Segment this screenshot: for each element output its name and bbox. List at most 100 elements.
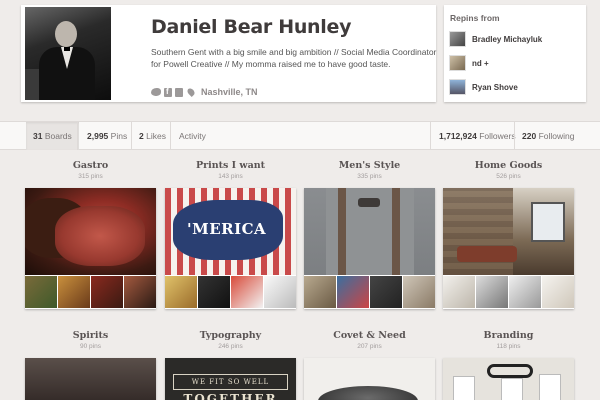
- board-frame: [304, 188, 435, 309]
- cover-detail: [501, 378, 523, 400]
- repins-card: Repins from Bradley Michayluk nd + Ryan …: [444, 5, 586, 102]
- avatar-head: [55, 21, 77, 47]
- board-gastro[interactable]: Gastro 315 pins: [25, 160, 156, 309]
- cover-text: 'MERICA: [187, 220, 267, 238]
- repin-user-name: Bradley Michayluk: [472, 34, 543, 44]
- website-icon[interactable]: [175, 87, 183, 97]
- board-pin-count: 143 pins: [218, 173, 243, 180]
- avatar-tie: [64, 47, 70, 51]
- board-thumbnail: [264, 276, 296, 308]
- board-thumbnails: [165, 275, 296, 309]
- board-title: Home Goods: [474, 160, 543, 171]
- cover-detail: [392, 188, 400, 275]
- board-pin-count: 246 pins: [218, 343, 243, 350]
- followers-label: Followers: [479, 131, 516, 141]
- following-label: Following: [538, 131, 575, 141]
- pins-label: Pins: [110, 131, 128, 141]
- board-thumbnail: [91, 276, 123, 308]
- followers-count: 1,712,924: [439, 131, 477, 141]
- board-cover-image: [25, 358, 156, 400]
- board-thumbnails: [304, 275, 435, 309]
- cover-detail: [531, 202, 565, 242]
- location-pin-icon: [186, 87, 196, 97]
- board-cover-image: [25, 188, 156, 275]
- cover-detail: [487, 364, 533, 378]
- repin-user[interactable]: nd +: [449, 55, 489, 71]
- board-title: Prints I want: [195, 160, 266, 171]
- board-home-goods[interactable]: Home Goods 526 pins: [443, 160, 574, 309]
- activity-label: Activity: [179, 131, 206, 141]
- board-pin-count: 315 pins: [78, 173, 103, 180]
- board-pin-count: 335 pins: [357, 173, 382, 180]
- profile-card: Daniel Bear Hunley Southern Gent with a …: [21, 5, 436, 102]
- repin-user-name: Ryan Shove: [472, 82, 518, 92]
- board-frame: [304, 358, 435, 400]
- tab-boards[interactable]: 31 Boards: [26, 122, 79, 150]
- board-thumbnails: [25, 275, 156, 309]
- board-frame: [25, 358, 156, 400]
- cover-detail: [358, 198, 380, 207]
- boards-count: 31: [33, 131, 43, 141]
- board-title: Typography: [199, 330, 262, 341]
- cover-text: WE FIT SO WELL: [173, 374, 288, 390]
- profile-name: Daniel Bear Hunley: [151, 16, 352, 38]
- board-thumbnail: [476, 276, 508, 308]
- cover-detail: [457, 246, 517, 262]
- board-title: Spirits: [72, 330, 109, 341]
- cover-detail: [539, 374, 561, 400]
- board-thumbnail: [370, 276, 402, 308]
- board-thumbnail: [443, 276, 475, 308]
- repin-user[interactable]: Bradley Michayluk: [449, 31, 542, 47]
- tab-followers[interactable]: 1,712,924 Followers: [432, 122, 523, 150]
- board-covet-need[interactable]: Covet & Need 207 pins: [304, 330, 435, 400]
- board-typography[interactable]: Typography 246 pins WE FIT SO WELL TOGET…: [165, 330, 296, 400]
- board-title: Gastro: [72, 160, 109, 171]
- repin-user-name: nd +: [472, 58, 489, 68]
- board-thumbnail: [337, 276, 369, 308]
- repin-avatar: [449, 79, 466, 95]
- tab-following[interactable]: 220 Following: [515, 122, 581, 150]
- facebook-icon[interactable]: [164, 87, 172, 97]
- repin-user[interactable]: Ryan Shove: [449, 79, 518, 95]
- tab-pins[interactable]: 2,995 Pins: [80, 122, 134, 150]
- board-pin-count: 526 pins: [496, 173, 521, 180]
- social-links: Nashville, TN: [151, 86, 258, 98]
- cover-detail: [55, 206, 145, 266]
- tab-likes[interactable]: 2 Likes: [132, 122, 173, 150]
- board-mens-style[interactable]: Men's Style 335 pins: [304, 160, 435, 309]
- cover-detail: [338, 188, 346, 275]
- board-pin-count: 207 pins: [357, 343, 382, 350]
- board-thumbnail: [542, 276, 574, 308]
- board-title: Men's Style: [338, 160, 401, 171]
- board-thumbnail: [509, 276, 541, 308]
- repin-avatar: [449, 55, 466, 71]
- stats-divider: [77, 122, 78, 150]
- board-frame: [25, 188, 156, 309]
- profile-bio: Southern Gent with a big smile and big a…: [151, 47, 437, 69]
- board-thumbnail: [198, 276, 230, 308]
- board-cover-image: [443, 188, 574, 275]
- profile-stats-bar: 31 Boards 2,995 Pins 2 Likes Activity 1,…: [0, 121, 600, 150]
- board-frame: 'MERICA: [165, 188, 296, 309]
- board-thumbnail: [124, 276, 156, 308]
- cover-detail: [453, 376, 475, 400]
- board-frame: WE FIT SO WELL TOGETHER: [165, 358, 296, 400]
- board-pin-count: 90 pins: [80, 343, 101, 350]
- board-thumbnail: [58, 276, 90, 308]
- board-spirits[interactable]: Spirits 90 pins: [25, 330, 156, 400]
- cover-text: TOGETHER: [183, 392, 278, 400]
- board-frame: [443, 188, 574, 309]
- pins-count: 2,995: [87, 131, 109, 141]
- board-thumbnail: [403, 276, 435, 308]
- tab-activity[interactable]: Activity: [172, 122, 213, 150]
- board-branding[interactable]: Branding 118 pins: [443, 330, 574, 400]
- board-prints-i-want[interactable]: Prints I want 143 pins 'MERICA: [165, 160, 296, 309]
- stats-divider: [430, 122, 431, 150]
- board-thumbnail: [25, 276, 57, 308]
- profile-avatar[interactable]: [25, 7, 111, 100]
- likes-count: 2: [139, 131, 144, 141]
- twitter-icon[interactable]: [151, 88, 161, 96]
- board-thumbnail: [231, 276, 263, 308]
- board-thumbnails: [443, 275, 574, 309]
- stats-divider: [170, 122, 171, 150]
